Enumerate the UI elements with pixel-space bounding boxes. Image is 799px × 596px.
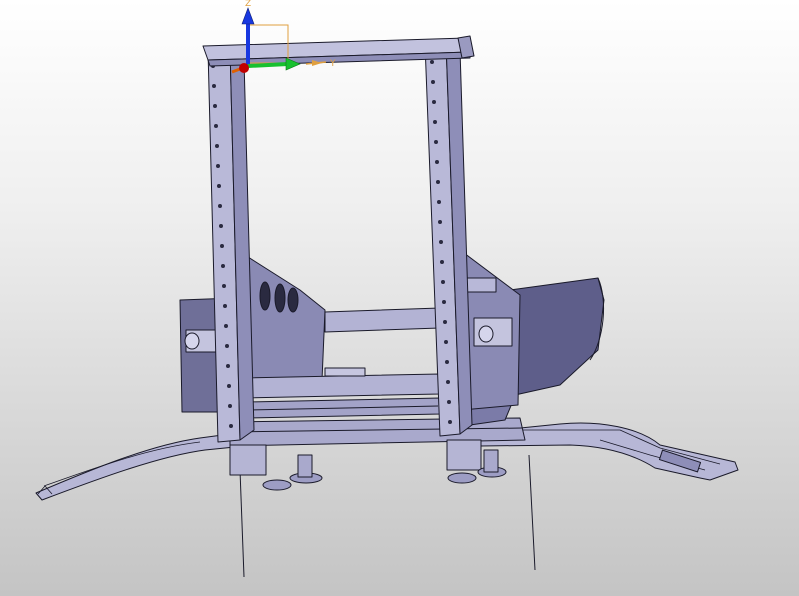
triad-origin <box>239 63 249 73</box>
z-axis-arrowhead <box>241 7 255 25</box>
y-axis-arrow[interactable] <box>247 62 289 68</box>
y-axis-label: Y <box>329 59 336 69</box>
left-base-tube[interactable] <box>35 431 246 501</box>
cad-model[interactable] <box>35 35 739 578</box>
foot-blocks[interactable] <box>229 439 507 491</box>
cad-model-canvas[interactable]: Y Z <box>0 0 799 596</box>
z-axis-label: Z <box>245 0 251 9</box>
3d-viewport[interactable]: Y Z <box>0 0 799 596</box>
